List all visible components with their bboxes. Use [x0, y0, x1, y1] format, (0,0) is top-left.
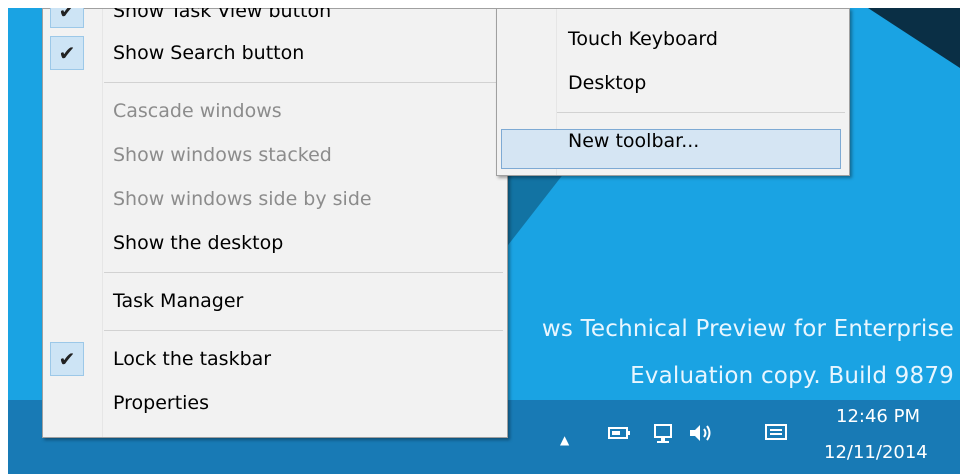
submenu-item-desktop[interactable]: Desktop: [497, 63, 849, 103]
menu-item-label: Lock the taskbar: [113, 348, 272, 370]
menu-separator: [557, 112, 845, 113]
chevron-up-icon[interactable]: ▲: [560, 426, 569, 454]
toolbars-submenu: Touch Keyboard Desktop New toolbar...: [496, 8, 850, 176]
speaker-icon[interactable]: [688, 422, 714, 453]
checkmark-icon: ✔: [50, 342, 84, 376]
clock-date[interactable]: 12/11/2014: [824, 442, 944, 463]
menu-item-show-desktop[interactable]: Show the desktop: [43, 223, 507, 263]
menu-separator: [104, 330, 503, 331]
menu-item-label: Desktop: [568, 72, 647, 94]
desktop[interactable]: ws Technical Preview for Enterprise Eval…: [8, 8, 960, 474]
menu-item-label: Touch Keyboard: [568, 28, 718, 50]
menu-separator: [104, 82, 503, 83]
clock-time[interactable]: 12:46 PM: [836, 406, 956, 427]
menu-item-label: Task Manager: [113, 290, 244, 312]
menu-item-show-windows-stacked[interactable]: Show windows stacked: [43, 135, 507, 175]
menu-item-task-manager[interactable]: Task Manager: [43, 281, 507, 321]
menu-item-label: Show windows side by side: [113, 188, 372, 210]
checkmark-icon: ✔: [50, 36, 84, 70]
submenu-item-touch-keyboard[interactable]: Touch Keyboard: [497, 19, 849, 59]
watermark-line-2: Evaluation copy. Build 9879: [630, 363, 954, 389]
menu-item-show-search[interactable]: ✔ Show Search button: [43, 33, 507, 73]
menu-item-properties[interactable]: Properties: [43, 383, 507, 423]
menu-item-label: Show the desktop: [113, 232, 284, 254]
watermark-line-1: ws Technical Preview for Enterprise: [541, 316, 954, 342]
menu-item-cascade-windows[interactable]: Cascade windows: [43, 91, 507, 131]
taskbar-context-menu: ✔ Show Task View button ✔ Show Search bu…: [42, 8, 508, 438]
menu-item-label: Show Search button: [113, 42, 305, 64]
menu-item-label: Show Task View button: [113, 8, 332, 22]
action-center-icon[interactable]: [764, 422, 788, 451]
menu-separator: [104, 272, 503, 273]
menu-item-label: Cascade windows: [113, 100, 282, 122]
menu-item-label: New toolbar...: [568, 130, 700, 152]
submenu-item-new-toolbar[interactable]: New toolbar...: [497, 121, 849, 161]
menu-item-lock-taskbar[interactable]: ✔ Lock the taskbar: [43, 339, 507, 379]
power-icon[interactable]: [608, 422, 632, 451]
network-icon[interactable]: [652, 422, 676, 455]
checkmark-icon: ✔: [50, 8, 84, 28]
menu-item-label: Properties: [113, 392, 210, 414]
menu-item-label: Show windows stacked: [113, 144, 332, 166]
menu-item-show-windows-side-by-side[interactable]: Show windows side by side: [43, 179, 507, 219]
menu-item-show-task-view[interactable]: ✔ Show Task View button: [43, 8, 507, 31]
